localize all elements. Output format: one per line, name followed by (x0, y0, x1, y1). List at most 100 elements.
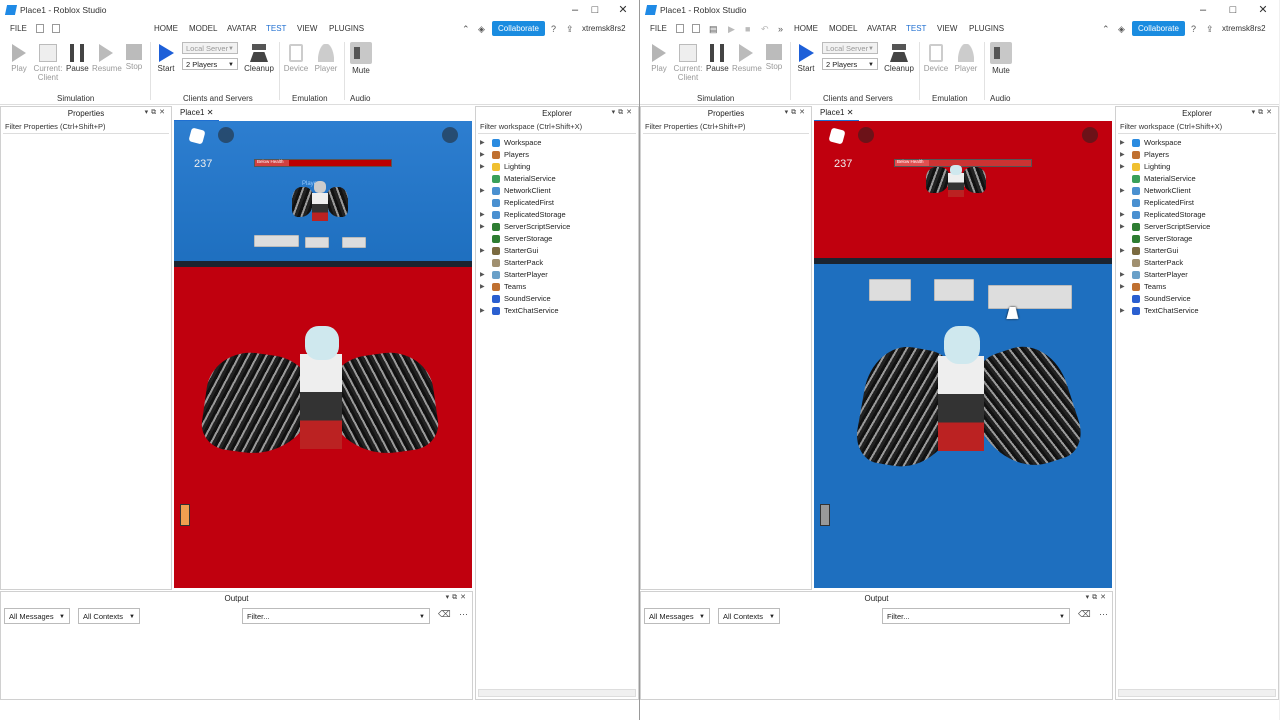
menu-test[interactable]: TEST (266, 24, 286, 33)
all-messages-dropdown[interactable]: All Messages ▼ (4, 608, 70, 624)
clear-output-icon[interactable]: ⌫ (438, 609, 451, 620)
expand-arrow-icon[interactable]: ▶ (1120, 161, 1125, 173)
all-contexts-dropdown[interactable]: All Contexts ▼ (718, 608, 780, 624)
menu-home[interactable]: HOME (794, 24, 818, 33)
expand-arrow-icon[interactable]: ▶ (1120, 209, 1125, 221)
game-viewport[interactable]: 237 Below Health Player (174, 121, 472, 588)
collapse-ribbon-icon[interactable]: ⌃ (1102, 24, 1110, 35)
new-file-icon[interactable] (36, 24, 44, 33)
menu-home[interactable]: HOME (154, 24, 178, 33)
expand-arrow-icon[interactable]: ▶ (1120, 269, 1125, 281)
panel-controls[interactable]: ▾⧉✕ (446, 593, 469, 602)
stop-button[interactable]: Stop (764, 44, 784, 71)
menu-model[interactable]: MODEL (829, 24, 857, 33)
close-tab-icon[interactable]: ✕ (847, 108, 854, 117)
local-avatar[interactable] (852, 326, 1089, 481)
players-dropdown[interactable]: 2 Players ▼ (182, 58, 238, 70)
new-file-icon[interactable] (676, 24, 684, 33)
collaborate-button[interactable]: Collaborate (1132, 21, 1185, 36)
open-file-icon[interactable] (52, 24, 60, 33)
maximize-button[interactable]: □ (588, 3, 602, 17)
panel-controls[interactable]: ▾⧉✕ (145, 108, 168, 117)
output-filter-input[interactable]: Filter... ▼ (242, 608, 430, 624)
expand-arrow-icon[interactable]: ▶ (1120, 245, 1125, 257)
menu-avatar[interactable]: AVATAR (227, 24, 257, 33)
remote-avatar[interactable] (926, 165, 986, 203)
tab-place1[interactable]: Place1 ✕ (174, 106, 220, 122)
close-window-button[interactable]: ✕ (616, 3, 630, 17)
local-avatar[interactable] (198, 326, 442, 462)
undo-icon[interactable]: ↶ (761, 24, 769, 35)
notifications-icon[interactable]: ◈ (478, 24, 485, 35)
horizontal-scrollbar[interactable] (1118, 689, 1276, 697)
open-file-icon[interactable] (692, 24, 700, 33)
chat-icon[interactable] (858, 127, 874, 143)
players-dropdown[interactable]: 2 Players ▼ (822, 58, 878, 70)
expand-arrow-icon[interactable]: ▶ (480, 281, 485, 293)
stop-quick-icon[interactable]: ■ (745, 24, 750, 34)
more-icon[interactable]: ⋯ (1099, 609, 1108, 620)
current-client-button[interactable]: Current: Client (32, 44, 64, 82)
menu-view[interactable]: VIEW (297, 24, 317, 33)
stop-button[interactable]: Stop (124, 44, 144, 71)
device-button[interactable]: Device (283, 44, 309, 73)
menu-file[interactable]: FILE (650, 24, 667, 33)
close-window-button[interactable]: ✕ (1256, 3, 1270, 17)
help-icon[interactable]: ? (1191, 24, 1196, 34)
chat-icon[interactable] (218, 127, 234, 143)
notifications-icon[interactable]: ◈ (1118, 24, 1125, 35)
expand-arrow-icon[interactable]: ▶ (480, 185, 485, 197)
expand-arrow-icon[interactable]: ▶ (480, 137, 485, 149)
title-bar[interactable]: Place1 - Roblox Studio – □ ✕ (0, 0, 639, 20)
clear-output-icon[interactable]: ⌫ (1078, 609, 1091, 620)
panel-controls[interactable]: ▾⧉✕ (1252, 108, 1275, 117)
panel-controls[interactable]: ▾⧉✕ (785, 108, 808, 117)
customize-quick-access-icon[interactable]: » (778, 24, 783, 34)
panel-controls[interactable]: ▾⧉✕ (1086, 593, 1109, 602)
horizontal-scrollbar[interactable] (478, 689, 636, 697)
output-filter-input[interactable]: Filter... ▼ (882, 608, 1070, 624)
menu-model[interactable]: MODEL (189, 24, 217, 33)
expand-arrow-icon[interactable]: ▶ (480, 149, 485, 161)
remote-avatar[interactable] (292, 181, 348, 227)
expand-arrow-icon[interactable]: ▶ (1120, 305, 1125, 317)
explorer-filter-input[interactable]: Filter workspace (Ctrl+Shift+X) (478, 121, 636, 134)
hotbar-slot[interactable] (180, 504, 190, 526)
expand-arrow-icon[interactable]: ▶ (1120, 137, 1125, 149)
share-icon[interactable]: ⇪ (1206, 24, 1214, 35)
server-dropdown[interactable]: Local Server ▼ (182, 42, 238, 54)
collaborate-button[interactable]: Collaborate (492, 21, 545, 36)
panel-controls[interactable]: ▾⧉✕ (612, 108, 635, 117)
all-messages-dropdown[interactable]: All Messages ▼ (644, 608, 710, 624)
pause-button[interactable]: Pause (66, 44, 89, 73)
minimize-button[interactable]: – (568, 3, 582, 17)
tab-place1[interactable]: Place1 ✕ (814, 106, 860, 122)
expand-arrow-icon[interactable]: ▶ (480, 221, 485, 233)
share-icon[interactable]: ⇪ (566, 24, 574, 35)
expand-arrow-icon[interactable]: ▶ (480, 161, 485, 173)
pause-button[interactable]: Pause (706, 44, 729, 73)
mute-button[interactable]: Mute (988, 42, 1014, 75)
play-button[interactable]: Play (9, 44, 29, 73)
explorer-filter-input[interactable]: Filter workspace (Ctrl+Shift+X) (1118, 121, 1276, 134)
more-icon[interactable]: ⋯ (459, 609, 468, 620)
username-label[interactable]: xtremsk8rs2 (582, 24, 626, 33)
menu-file[interactable]: FILE (10, 24, 27, 33)
start-button[interactable]: Start (796, 44, 816, 73)
server-dropdown[interactable]: Local Server ▼ (822, 42, 878, 54)
player-button[interactable]: Player (313, 44, 339, 73)
properties-filter-input[interactable]: Filter Properties (Ctrl+Shift+P) (3, 121, 169, 134)
resume-button[interactable]: Resume (732, 44, 762, 73)
player-button[interactable]: Player (953, 44, 979, 73)
more-options-icon[interactable] (442, 127, 458, 143)
cleanup-button[interactable]: Cleanup (244, 44, 274, 73)
menu-plugins[interactable]: PLUGINS (329, 24, 364, 33)
menu-avatar[interactable]: AVATAR (867, 24, 897, 33)
help-icon[interactable]: ? (551, 24, 556, 34)
all-contexts-dropdown[interactable]: All Contexts ▼ (78, 608, 140, 624)
expand-arrow-icon[interactable]: ▶ (1120, 221, 1125, 233)
mute-button[interactable]: Mute (348, 42, 374, 75)
play-quick-icon[interactable]: ▶ (728, 24, 735, 35)
device-button[interactable]: Device (923, 44, 949, 73)
resume-button[interactable]: Resume (92, 44, 122, 73)
